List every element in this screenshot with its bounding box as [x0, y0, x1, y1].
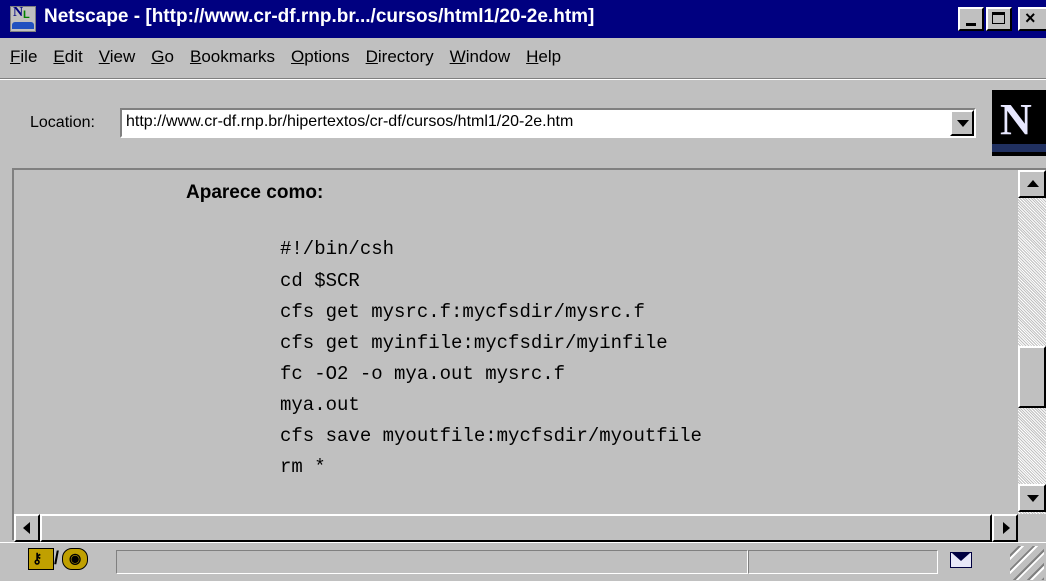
menu-help[interactable]: Help — [526, 47, 561, 67]
scroll-down-button[interactable] — [1018, 484, 1046, 512]
location-url-input[interactable]: http://www.cr-df.rnp.br/hipertextos/cr-d… — [120, 108, 976, 138]
minimize-button[interactable] — [958, 7, 984, 31]
code-line: cd $SCR — [280, 270, 360, 292]
scroll-right-button[interactable] — [992, 514, 1018, 542]
resize-grip[interactable] — [1010, 546, 1044, 580]
scrollbar-corner — [1018, 514, 1046, 542]
arrow-left-icon — [23, 522, 30, 534]
code-line: cfs get myinfile:mycfsdir/myinfile — [280, 332, 668, 354]
close-button[interactable]: × — [1018, 7, 1046, 31]
menu-go[interactable]: Go — [151, 47, 174, 67]
code-line: fc -O2 -o mya.out mysrc.f — [280, 363, 566, 385]
menu-directory[interactable]: Directory — [366, 47, 434, 67]
menu-file[interactable]: File — [10, 47, 37, 67]
horizontal-scroll-thumb[interactable] — [40, 514, 992, 542]
logo-horizon — [992, 144, 1046, 152]
code-line: rm * — [280, 456, 326, 478]
app-icon-letter-n: N — [13, 5, 24, 20]
close-icon: × — [1025, 8, 1036, 28]
menu-bookmarks[interactable]: Bookmarks — [190, 47, 275, 67]
progress-panel — [748, 550, 938, 574]
code-line: cfs get mysrc.f:mycfsdir/mysrc.f — [280, 301, 645, 323]
page-content: Aparece como: #!/bin/csh cd $SCR cfs get… — [14, 170, 1018, 514]
minimize-icon — [966, 23, 976, 26]
maximize-icon — [992, 12, 1005, 24]
logo-letter: N — [1000, 95, 1032, 144]
code-line: mya.out — [280, 394, 360, 416]
app-icon-wave — [12, 22, 34, 29]
menu-window[interactable]: Window — [450, 47, 510, 67]
netscape-app-icon[interactable]: N L — [10, 5, 36, 32]
security-divider: / — [54, 548, 60, 568]
menu-view[interactable]: View — [99, 47, 136, 67]
window-title: Netscape - [http://www.cr-df.rnp.br.../c… — [44, 6, 595, 27]
dropdown-arrow-icon — [957, 120, 969, 127]
location-dropdown-button[interactable] — [950, 110, 974, 136]
scroll-up-button[interactable] — [1018, 170, 1046, 198]
arrow-up-icon — [1027, 180, 1039, 187]
maximize-button[interactable] — [986, 7, 1012, 31]
content-heading: Aparece como: — [186, 182, 324, 203]
menu-edit[interactable]: Edit — [53, 47, 82, 67]
menu-bar: File Edit View Go Bookmarks Options Dire… — [0, 38, 1046, 76]
arrow-down-icon — [1027, 495, 1039, 502]
code-line: #!/bin/csh — [280, 238, 395, 260]
code-line: cfs save myoutfile:mycfsdir/myoutfile — [280, 425, 702, 447]
app-icon-letter-l: L — [23, 9, 30, 21]
scroll-left-button[interactable] — [14, 514, 40, 542]
arrow-right-icon — [1003, 522, 1010, 534]
status-message-panel — [116, 550, 748, 574]
security-lock-icon[interactable]: ◉ — [62, 548, 88, 570]
security-key-icon[interactable]: ⚷ — [28, 548, 54, 570]
vertical-scrollbar-track[interactable] — [1018, 170, 1046, 514]
envelope-icon[interactable] — [950, 552, 972, 568]
location-label: Location: — [30, 114, 95, 131]
menu-options[interactable]: Options — [291, 47, 350, 67]
netscape-logo[interactable]: N — [992, 90, 1046, 156]
toolbar-separator — [0, 78, 1046, 80]
vertical-scroll-thumb[interactable] — [1018, 346, 1046, 408]
